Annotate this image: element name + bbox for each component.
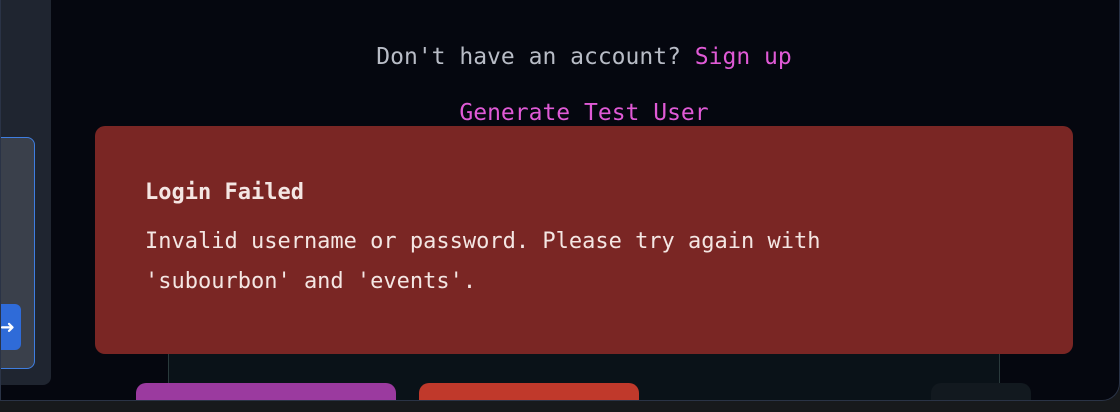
error-toast: Login Failed Invalid username or passwor… [95,126,1073,354]
signup-prompt-row: Don't have an account? Sign up [1,44,1119,70]
signup-link[interactable]: Sign up [695,44,792,70]
background-button [136,383,396,400]
send-button[interactable]: ➜ [0,304,21,350]
toast-title: Login Failed [145,180,304,205]
background-button [931,383,1031,400]
arrow-right-icon: ➜ [0,316,15,338]
app-window: ➜ Don't have an account? Sign up Generat… [0,0,1120,401]
toast-message: Invalid username or password. Please try… [145,229,821,294]
generate-test-user-link[interactable]: Generate Test User [1,100,1119,126]
background-button [419,383,639,400]
signup-prompt: Don't have an account? [376,44,681,70]
